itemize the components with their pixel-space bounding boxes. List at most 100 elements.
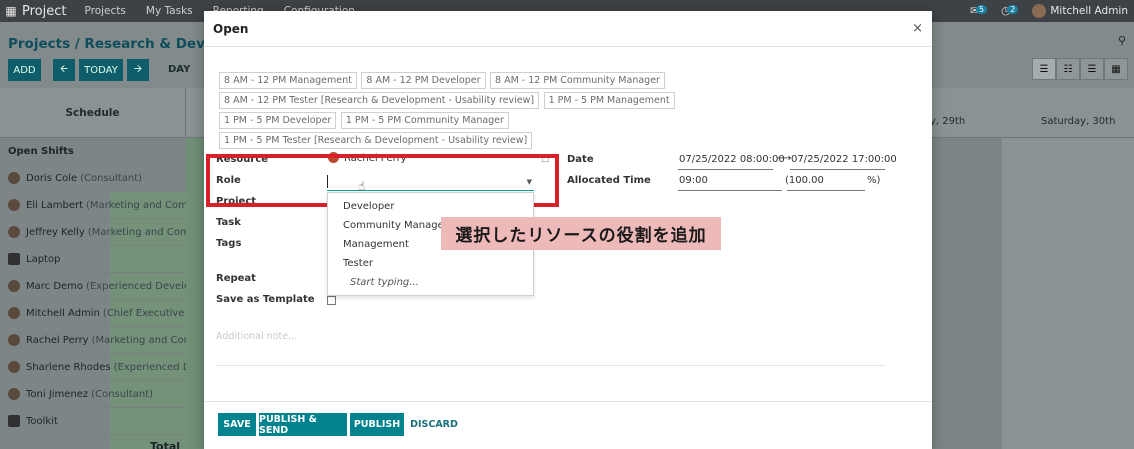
publish-button[interactable]: PUBLISH — [350, 413, 404, 436]
tags-label: Tags — [216, 238, 242, 249]
allocation-bar — [186, 138, 206, 449]
additional-note-field[interactable]: Additional note... — [216, 331, 297, 342]
scale-day-button[interactable]: DAY — [168, 64, 190, 75]
role-option[interactable]: Community Manager — [343, 220, 448, 231]
template-button[interactable]: 1 PM - 5 PM Developer — [219, 112, 337, 129]
day-header-saturday: Saturday, 30th — [1041, 116, 1116, 127]
table-row[interactable]: Toni Jimenez (Consultant) — [0, 381, 186, 408]
row-open-shifts[interactable]: Open Shifts — [0, 138, 186, 165]
date-end-input[interactable]: 07/25/2022 17:00:00 — [791, 154, 897, 165]
row-role: (Chief Executive Offic — [102, 307, 186, 319]
row-role: (Consultant) — [80, 172, 143, 184]
apps-grid-icon[interactable]: ▦ — [0, 4, 22, 18]
row-name: Jeffrey Kelly — [26, 226, 85, 238]
avatar — [8, 307, 20, 319]
arrow-left-icon[interactable]: 🡨 — [53, 59, 75, 81]
template-button[interactable]: 1 PM - 5 PM Management — [543, 92, 675, 109]
save-button[interactable]: SAVE — [218, 413, 256, 436]
app-name[interactable]: Project — [22, 4, 66, 19]
annotation-caption: 選択したリソースの役割を追加 — [441, 217, 721, 250]
input-underline — [790, 169, 885, 170]
arrow-right-icon: ⟶ — [777, 153, 792, 164]
role-start-typing-hint: Start typing... — [350, 277, 419, 288]
publish-and-send-button[interactable]: PUBLISH & SEND — [259, 413, 347, 436]
discard-button[interactable]: DISCARD — [408, 413, 460, 436]
row-name: Mitchell Admin — [26, 307, 100, 319]
table-row[interactable]: Sharlene Rhodes(Experienced Devel — [0, 354, 186, 381]
row-name: Eli Lambert — [26, 199, 84, 211]
row-role: (Experienced Developer) — [86, 280, 186, 292]
template-button[interactable]: 8 AM - 12 PM Management — [219, 72, 357, 89]
table-row[interactable]: Eli Lambert(Marketing and Commun — [0, 192, 186, 219]
row-name: Toni Jimenez — [26, 388, 89, 400]
allocated-time-label: Allocated Time — [567, 175, 651, 186]
chat-count: 5 — [976, 5, 988, 14]
activity-icon[interactable]: ◷2 — [1001, 5, 1019, 17]
template-button[interactable]: 8 AM - 12 PM Tester [Research & Developm… — [219, 92, 540, 109]
divider — [216, 365, 885, 366]
row-name: Sharlene Rhodes — [26, 361, 111, 373]
template-button[interactable]: 1 PM - 5 PM Tester [Research & Developme… — [219, 132, 533, 149]
dialog-footer: SAVE PUBLISH & SEND PUBLISH DISCARD — [204, 401, 932, 449]
template-button[interactable]: 1 PM - 5 PM Community Manager — [340, 112, 509, 129]
allocated-hours-input[interactable]: 09:00 — [679, 175, 708, 186]
task-label: Task — [216, 217, 241, 228]
table-row[interactable]: Marc Demo(Experienced Developer) — [0, 273, 186, 300]
menu-projects[interactable]: Projects — [84, 5, 125, 17]
day-header-friday: y, 29th — [930, 116, 966, 127]
row-name: Marc Demo — [26, 280, 84, 292]
dialog-title: Open — [204, 11, 932, 47]
role-option[interactable]: Management — [343, 239, 409, 250]
avatar — [8, 388, 20, 400]
close-icon[interactable]: × — [912, 21, 923, 36]
avatar — [8, 172, 20, 184]
add-button[interactable]: ADD — [8, 59, 41, 81]
row-name: Toolkit — [26, 415, 58, 427]
save-as-template-label: Save as Template — [216, 294, 315, 305]
template-button[interactable]: 8 AM - 12 PM Developer — [361, 72, 486, 89]
table-row[interactable]: Toolkit — [0, 408, 186, 435]
user-name: Mitchell Admin — [1050, 5, 1128, 17]
template-button[interactable]: 8 AM - 12 PM Community Manager — [490, 72, 665, 89]
percent-suffix: %) — [867, 175, 881, 186]
open-shift-dialog: Open × 8 AM - 12 PM Management 8 AM - 12… — [204, 11, 932, 449]
table-row[interactable]: Laptop — [0, 246, 186, 273]
row-name: Doris Cole — [26, 172, 78, 184]
table-row[interactable]: Doris Cole (Consultant) — [0, 165, 186, 192]
table-row[interactable]: Jeffrey Kelly(Marketing and Commu — [0, 219, 186, 246]
search-icon[interactable]: ⚲ — [1118, 34, 1126, 47]
row-name: Rachel Perry — [26, 334, 89, 346]
chat-icon[interactable]: ✉5 — [970, 5, 988, 17]
row-role: (Marketing and Commu — [91, 334, 186, 346]
user-menu[interactable]: Mitchell Admin — [1032, 4, 1128, 18]
arrow-right-icon[interactable]: 🡪 — [127, 59, 149, 81]
avatar — [8, 199, 20, 211]
menu-my-tasks[interactable]: My Tasks — [146, 5, 193, 17]
resource-rows: Open Shifts Doris Cole (Consultant) Eli L… — [0, 138, 186, 435]
activity-count: 2 — [1007, 5, 1019, 14]
input-underline — [678, 190, 782, 191]
shift-templates: 8 AM - 12 PM Management 8 AM - 12 PM Dev… — [219, 72, 759, 152]
table-row[interactable]: Mitchell Admin(Chief Executive Offic — [0, 300, 186, 327]
wrench-icon — [8, 253, 20, 265]
input-underline — [787, 190, 865, 191]
gantt-view-icon[interactable]: ☰ — [1032, 58, 1056, 80]
date-start-input[interactable]: 07/25/2022 08:00:00 — [679, 154, 785, 165]
role-option[interactable]: Developer — [343, 201, 394, 212]
input-underline — [678, 169, 773, 170]
allocated-percent-input[interactable]: (100.00 — [785, 175, 824, 186]
save-as-template-checkbox[interactable] — [327, 296, 336, 305]
today-button[interactable]: TODAY — [79, 59, 123, 81]
row-role: (Consultant) — [91, 388, 154, 400]
role-option[interactable]: Tester — [343, 258, 373, 269]
pivot-view-icon[interactable]: ▦ — [1104, 58, 1128, 80]
list-view-icon[interactable]: ☰ — [1080, 58, 1104, 80]
row-role: (Marketing and Commu — [87, 226, 186, 238]
row-name: Laptop — [26, 253, 61, 265]
row-role: (Marketing and Commun — [86, 199, 186, 211]
avatar — [8, 334, 20, 346]
table-row[interactable]: Rachel Perry(Marketing and Commu — [0, 327, 186, 354]
total-label: Total — [150, 440, 181, 449]
wrench-icon — [8, 415, 20, 427]
calendar-view-icon[interactable]: ☷ — [1056, 58, 1080, 80]
